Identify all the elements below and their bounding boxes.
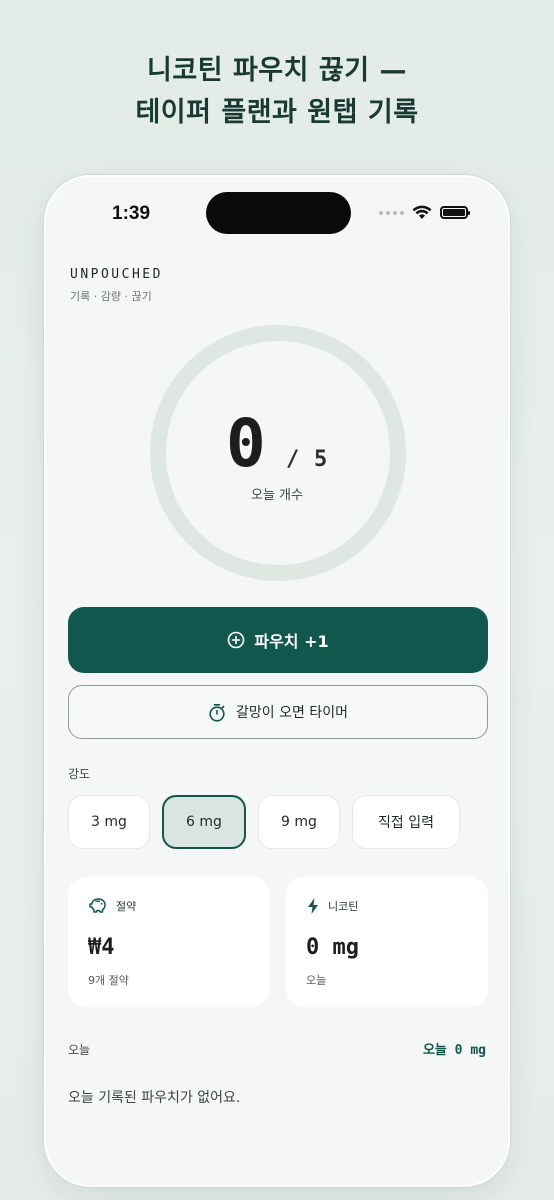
strength-option-custom[interactable]: 직접 입력 [352, 795, 460, 849]
battery-icon [440, 206, 470, 219]
craving-timer-label: 갈망이 오면 타이머 [236, 705, 348, 721]
daily-goal: 5 [314, 447, 328, 472]
strength-option-6mg[interactable]: 6 mg [162, 795, 246, 849]
savings-value: ₩4 [88, 935, 115, 960]
nicotine-card: 니코틴 0 mg 오늘 [286, 877, 488, 1007]
plus-circle-icon [227, 631, 245, 649]
today-section-label: 오늘 [68, 1043, 91, 1057]
status-icons [379, 205, 470, 220]
app-brand: UNPOUCHED [70, 267, 163, 282]
add-pouch-label: 파우치 +1 [254, 632, 329, 651]
dynamic-island [206, 192, 351, 234]
count-label: 오늘 개수 [251, 488, 303, 503]
marketing-headline: 니코틴 파우치 끊기 — 테이퍼 플랜과 원탭 기록 [0, 50, 554, 134]
add-pouch-button[interactable]: 파우치 +1 [68, 607, 488, 673]
strength-option-3mg[interactable]: 3 mg [68, 795, 150, 849]
savings-card-title: 절약 [116, 899, 137, 913]
cellular-signal-icon [379, 210, 404, 215]
app-tagline: 기록 · 감량 · 끊기 [70, 290, 152, 303]
savings-card-header: 절약 [88, 897, 136, 914]
bolt-icon [306, 897, 320, 915]
nicotine-card-title: 니코틴 [328, 900, 359, 913]
nicotine-value: 0 mg [306, 935, 359, 960]
piggy-bank-icon [88, 897, 108, 914]
nicotine-card-header: 니코틴 [306, 897, 358, 915]
strength-option-9mg[interactable]: 9 mg [258, 795, 340, 849]
craving-timer-button[interactable]: 갈망이 오면 타이머 [68, 685, 488, 739]
savings-subtext: 9개 절약 [88, 974, 129, 987]
wifi-icon [412, 205, 432, 220]
count-separator: / [286, 447, 300, 472]
strength-options: 3 mg 6 mg 9 mg 직접 입력 [68, 795, 460, 849]
headline-line-2: 테이퍼 플랜과 원탭 기록 [135, 97, 419, 128]
empty-log-message: 오늘 기록된 파우치가 없어요. [68, 1090, 241, 1106]
stopwatch-icon [208, 703, 226, 722]
headline-line-1: 니코틴 파우치 끊기 — [147, 55, 407, 86]
progress-ring [150, 325, 406, 581]
today-count: 0 [226, 405, 266, 482]
strength-label: 강도 [68, 767, 91, 781]
today-total-mg: 오늘 0 mg [422, 1043, 486, 1058]
nicotine-subtext: 오늘 [306, 974, 327, 987]
status-time: 1:39 [112, 203, 151, 224]
savings-card: 절약 ₩4 9개 절약 [68, 877, 270, 1007]
phone-frame: 1:39 UNPOUCHED 기록 · 감량 · 끊기 0 / 5 오늘 개수 … [44, 175, 510, 1187]
